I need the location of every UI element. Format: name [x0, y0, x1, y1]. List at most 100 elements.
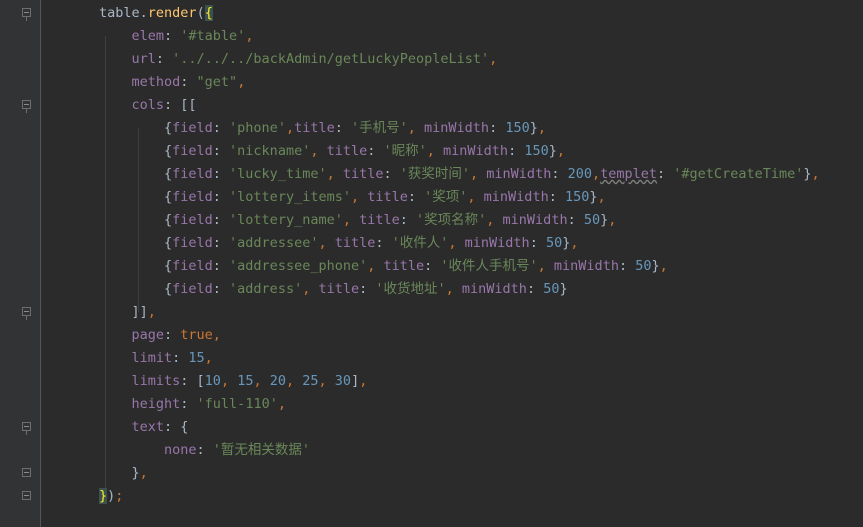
code-token: '#getCreateTime': [673, 166, 804, 182]
code-line[interactable]: table.render({: [99, 2, 213, 25]
code-token: '#table': [180, 28, 246, 44]
code-token: title: [318, 281, 360, 297]
code-token: minWidth: [424, 120, 490, 136]
code-token: }: [589, 189, 598, 205]
code-token: ,: [448, 235, 465, 251]
code-token: 25: [302, 373, 319, 389]
code-token: ,: [245, 28, 254, 44]
fold-marker-icon[interactable]: [22, 468, 31, 477]
code-token: minWidth: [502, 212, 568, 228]
fold-marker-icon[interactable]: [22, 491, 31, 500]
code-token: '奖项': [424, 189, 468, 205]
code-line[interactable]: {field: 'lottery_name', title: '奖项名称', m…: [164, 209, 616, 232]
code-token: title: [383, 258, 425, 274]
code-line[interactable]: {field: 'phone',title: '手机号', minWidth: …: [164, 117, 546, 140]
fold-marker-icon[interactable]: [22, 422, 31, 435]
code-token: 'lucky_time': [229, 166, 327, 182]
code-line[interactable]: none: '暂无相关数据': [164, 439, 310, 462]
code-line[interactable]: height: 'full-110',: [132, 393, 286, 416]
code-token: '../../../backAdmin/getLuckyPeopleList': [172, 51, 490, 67]
code-token: 'lottery_items': [229, 189, 351, 205]
code-line[interactable]: {field: 'nickname', title: '昵称', minWidt…: [164, 140, 565, 163]
code-token: :: [375, 235, 392, 251]
code-token: ,: [359, 373, 368, 389]
code-line[interactable]: {field: 'address', title: '收货地址', minWid…: [164, 278, 568, 301]
code-token: '昵称': [383, 143, 427, 159]
code-token: :: [212, 281, 230, 297]
code-token: 'addressee': [229, 235, 319, 251]
code-token: :: [212, 189, 230, 205]
code-line[interactable]: url: '../../../backAdmin/getLuckyPeopleL…: [132, 48, 498, 71]
editor-gutter[interactable]: [0, 0, 41, 527]
code-area[interactable]: table.render({elem: '#table', url: '../..…: [41, 0, 863, 527]
code-token: :: [180, 396, 197, 412]
fold-marker-icon[interactable]: [22, 100, 31, 113]
code-token: :: [334, 120, 351, 136]
code-token: ,: [467, 189, 484, 205]
code-token: field: [172, 120, 213, 136]
indent-guide: [137, 128, 139, 312]
code-token: templet: [600, 166, 658, 182]
code-token: }: [651, 258, 660, 274]
code-token: cols: [131, 97, 165, 113]
code-token: ,: [147, 304, 156, 320]
code-token: :: [172, 350, 189, 366]
code-token: '收件人手机号': [440, 258, 538, 274]
code-line[interactable]: text: {: [132, 416, 189, 439]
code-token: {: [164, 235, 173, 251]
code-token: title: [342, 166, 384, 182]
code-line[interactable]: },: [132, 462, 148, 485]
code-token: field: [172, 235, 213, 251]
code-token: '收货地址': [375, 281, 446, 297]
code-token: 150: [505, 120, 530, 136]
code-line[interactable]: ]],: [132, 301, 156, 324]
code-token: ,: [237, 74, 246, 90]
code-token: :: [489, 120, 506, 136]
code-token: '手机号': [351, 120, 408, 136]
code-token: :: [212, 235, 230, 251]
code-token: :: [383, 166, 400, 182]
code-line[interactable]: {field: 'addressee', title: '收件人', minWi…: [164, 232, 579, 255]
code-token: ,: [212, 327, 221, 343]
code-token: ,: [570, 235, 579, 251]
code-token: ,: [302, 281, 319, 297]
code-token: ,: [608, 212, 617, 228]
code-token: : {: [164, 419, 189, 435]
code-token: }: [559, 281, 568, 297]
code-token: ,: [204, 350, 213, 366]
code-line[interactable]: page: true,: [132, 324, 221, 347]
fold-marker-icon[interactable]: [22, 307, 31, 320]
code-token: title: [367, 189, 408, 205]
code-token: ,: [537, 258, 554, 274]
fold-marker-icon[interactable]: [22, 8, 31, 21]
code-line[interactable]: elem: '#table',: [132, 25, 254, 48]
code-token: ,: [310, 143, 327, 159]
code-token: :: [508, 143, 525, 159]
code-token: {: [164, 189, 173, 205]
code-token: :: [180, 74, 197, 90]
code-token: 50: [543, 281, 560, 297]
code-token: text: [131, 419, 165, 435]
code-token: :: [529, 235, 546, 251]
code-editor[interactable]: table.render({elem: '#table', url: '../..…: [0, 0, 863, 527]
code-line[interactable]: {field: 'lucky_time', title: '获奖时间', min…: [164, 163, 820, 186]
code-token: page: [131, 327, 165, 343]
code-token: :: [212, 143, 230, 159]
code-line[interactable]: method: "get",: [132, 71, 246, 94]
code-line[interactable]: limits: [10, 15, 20, 25, 30],: [132, 370, 368, 393]
code-token: ,: [253, 373, 270, 389]
code-token: ,: [318, 373, 335, 389]
code-line[interactable]: });: [99, 485, 123, 508]
code-token: 50: [635, 258, 652, 274]
code-token: 20: [269, 373, 286, 389]
code-token: ,: [220, 373, 238, 389]
code-token: title: [294, 120, 335, 136]
code-token: ,: [285, 120, 295, 136]
code-line[interactable]: cols: [[: [132, 94, 197, 117]
code-token: 'lottery_name': [229, 212, 343, 228]
code-token: ,: [407, 120, 425, 136]
code-line[interactable]: {field: 'addressee_phone', title: '收件人手机…: [164, 255, 668, 278]
code-token: field: [172, 189, 213, 205]
code-line[interactable]: {field: 'lottery_items', title: '奖项', mi…: [164, 186, 606, 209]
code-line[interactable]: limit: 15,: [132, 347, 213, 370]
